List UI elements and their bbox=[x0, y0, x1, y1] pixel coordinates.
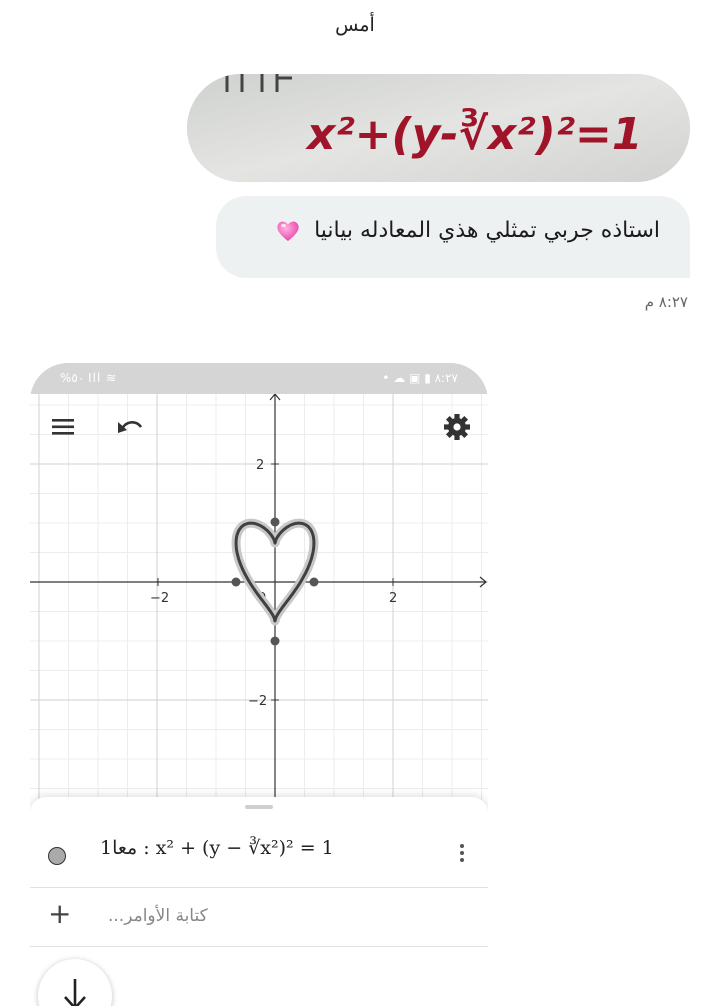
label-y-neg: −2 bbox=[248, 694, 267, 709]
message-body: استاذه جربي تمثلي هذي المعادله بيانيا bbox=[275, 218, 660, 244]
more-options-icon[interactable] bbox=[458, 841, 466, 867]
battery-percent: %٥٠ bbox=[60, 371, 85, 385]
arrow-down-icon bbox=[64, 979, 86, 1006]
settings-gear-icon[interactable] bbox=[444, 414, 470, 440]
point-y-lower[interactable] bbox=[270, 636, 280, 646]
command-input[interactable]: كتابة الأوامر... bbox=[108, 906, 208, 926]
message-time: ٨:٢٧ م bbox=[644, 293, 688, 311]
drag-handle[interactable] bbox=[245, 805, 273, 809]
algebra-panel: معا1 : x² + (y − ∛x²)² = 1 + كتابة الأوا… bbox=[30, 797, 488, 1006]
status-left: %٥٠ Ill ≋ bbox=[60, 371, 117, 385]
graph-screenshot[interactable]: %٥٠ Ill ≋ • ☁ ▣ ▮ ٨:٢٧ −2 2 0 2 −2 معا1 … bbox=[30, 363, 488, 1006]
photo-equation: x²+(y-∛x²)²=1 bbox=[305, 107, 642, 160]
label-y-pos: 2 bbox=[256, 458, 264, 473]
undo-icon[interactable] bbox=[118, 421, 143, 433]
scroll-down-button[interactable] bbox=[38, 959, 112, 1006]
equation-text[interactable]: معا1 : x² + (y − ∛x²)² = 1 bbox=[100, 837, 334, 859]
add-icon[interactable]: + bbox=[48, 900, 71, 928]
label-x-pos: 2 bbox=[389, 591, 397, 606]
label-x-neg: −2 bbox=[150, 591, 169, 606]
wifi-icon: ≋ bbox=[106, 371, 118, 385]
graph-canvas[interactable]: −2 2 0 2 −2 bbox=[30, 394, 488, 804]
day-separator: أمس bbox=[335, 14, 375, 36]
visibility-toggle[interactable] bbox=[48, 847, 66, 865]
signal-icon: Ill bbox=[88, 371, 102, 385]
menu-icon[interactable] bbox=[52, 419, 74, 435]
point-x-left[interactable] bbox=[231, 577, 241, 587]
point-x-right[interactable] bbox=[309, 577, 319, 587]
status-bar: %٥٠ Ill ≋ • ☁ ▣ ▮ ٨:٢٧ bbox=[30, 363, 488, 394]
input-row[interactable]: + كتابة الأوامر... bbox=[30, 888, 488, 947]
equation-label: معا1 bbox=[100, 837, 138, 859]
status-right: • ☁ ▣ ▮ ٨:٢٧ bbox=[382, 371, 458, 385]
equation-row[interactable]: معا1 : x² + (y − ∛x²)² = 1 bbox=[30, 819, 488, 888]
text-message[interactable]: استاذه جربي تمثلي هذي المعادله بيانيا bbox=[216, 196, 690, 278]
photo-message[interactable]: x²+(y-∛x²)²=1 bbox=[187, 74, 690, 182]
message-text: استاذه جربي تمثلي هذي المعادله بيانيا bbox=[314, 218, 660, 243]
pink-heart-icon bbox=[277, 221, 299, 241]
equation-expression: x² + (y − ∛x²)² = 1 bbox=[155, 837, 334, 859]
notification-icons: • ☁ ▣ ▮ bbox=[382, 371, 435, 385]
status-time: ٨:٢٧ bbox=[434, 371, 458, 385]
point-y-upper[interactable] bbox=[270, 517, 280, 527]
equation-photo: x²+(y-∛x²)²=1 bbox=[187, 74, 690, 182]
